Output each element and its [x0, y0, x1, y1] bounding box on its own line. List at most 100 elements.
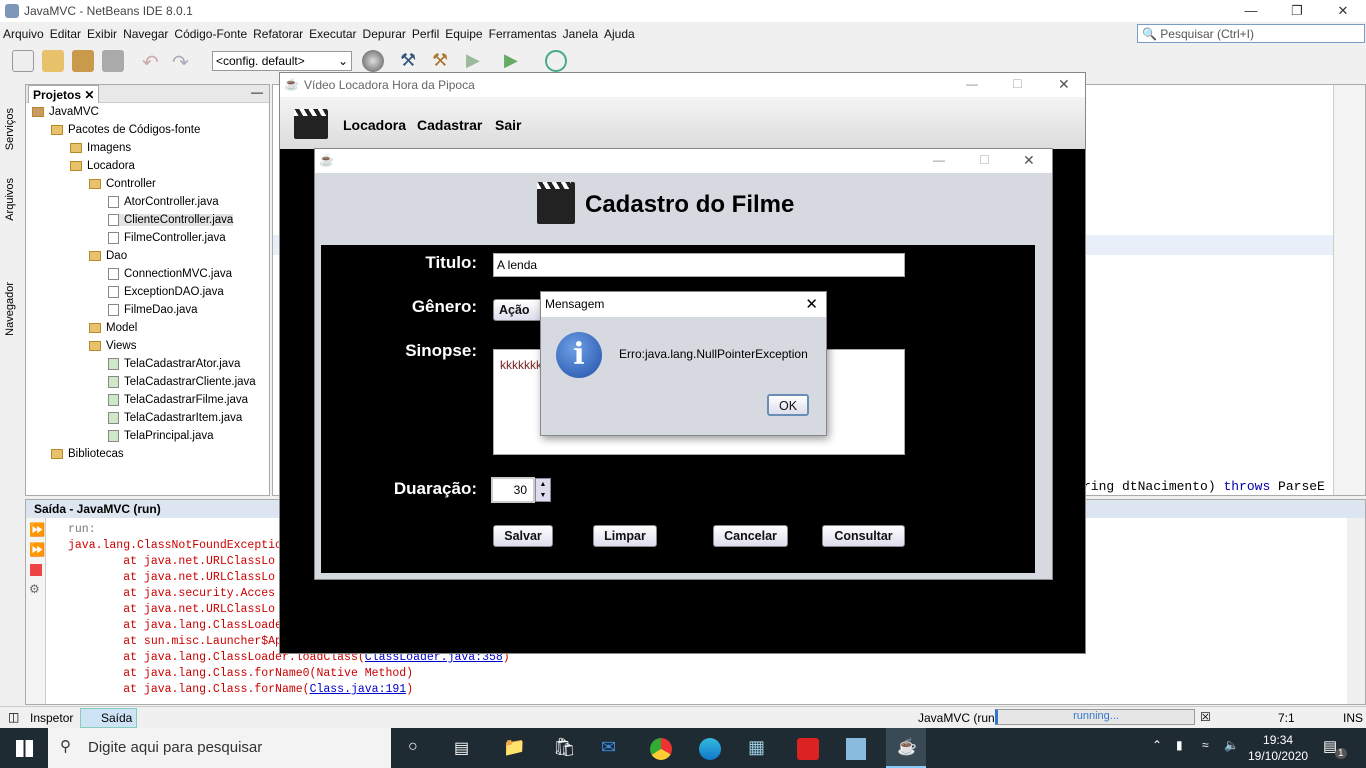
tree-item[interactable]: TelaCadastrarAtor.java	[108, 358, 240, 370]
tree-item[interactable]: TelaCadastrarFilme.java	[108, 394, 248, 406]
build-icon[interactable]: ⚒	[400, 50, 422, 72]
tab-projetos[interactable]: Projetos ✕	[28, 85, 100, 103]
ok-button[interactable]: OK	[767, 394, 809, 416]
minimize-panel-icon[interactable]: —	[251, 85, 263, 99]
minimize-button[interactable]: —	[1228, 0, 1274, 22]
output-scrollbar[interactable]	[1347, 518, 1365, 704]
close-button[interactable]: ✕	[1058, 76, 1070, 93]
tree-item[interactable]: TelaPrincipal.java	[108, 430, 214, 442]
menu-codigo-fonte[interactable]: Código-Fonte	[171, 24, 250, 44]
menu-janela[interactable]: Janela	[560, 24, 601, 44]
menu-equipe[interactable]: Equipe	[442, 24, 485, 44]
titulo-input[interactable]: A lenda	[493, 253, 905, 277]
rerun-icon[interactable]: ⏩	[29, 522, 45, 538]
maximize-button[interactable]: ☐	[979, 153, 990, 167]
clean-build-icon[interactable]: ⚒	[432, 50, 454, 72]
tree-item[interactable]: AtorController.java	[108, 196, 219, 208]
new-project-icon[interactable]	[42, 50, 64, 72]
redo-icon[interactable]: ↷	[172, 50, 194, 74]
config-select[interactable]: <config. default> ⌄	[212, 51, 352, 71]
menu-executar[interactable]: Executar	[306, 24, 359, 44]
tree-item[interactable]: ClienteController.java	[108, 214, 234, 227]
cortana-icon[interactable]: ○	[408, 738, 418, 756]
menu-refatorar[interactable]: Refatorar	[250, 24, 306, 44]
minimize-button[interactable]: —	[966, 77, 978, 91]
restore-button[interactable]: ❐	[1274, 0, 1320, 22]
consultar-button[interactable]: Consultar	[822, 525, 905, 547]
menu-editar[interactable]: Editar	[47, 24, 84, 44]
chrome-icon[interactable]	[650, 738, 672, 760]
salvar-button[interactable]: Salvar	[493, 525, 553, 547]
search-input[interactable]: 🔍 Pesquisar (Ctrl+I)	[1137, 24, 1365, 43]
virtualbox-icon[interactable]	[846, 738, 866, 760]
clock[interactable]: 19:34 19/10/2020	[1248, 732, 1308, 764]
tree-item[interactable]: TelaCadastrarItem.java	[108, 412, 242, 424]
tab-servicos[interactable]: Serviços	[4, 108, 16, 150]
tree-item[interactable]: FilmeDao.java	[108, 304, 198, 316]
menu-cadastrar[interactable]: Cadastrar	[417, 117, 482, 133]
file-explorer-icon[interactable]: 📁	[503, 737, 525, 758]
tree-item[interactable]: Locadora	[70, 160, 135, 172]
wifi-icon[interactable]: ≈	[1202, 738, 1209, 752]
tree-item[interactable]: Dao	[89, 250, 127, 262]
menu-arquivo[interactable]: Arquivo	[0, 24, 47, 44]
limpar-button[interactable]: Limpar	[593, 525, 657, 547]
menu-locadora[interactable]: Locadora	[343, 117, 406, 133]
taskbar-search[interactable]: ⚲ Digite aqui para pesquisar	[48, 728, 391, 768]
close-icon[interactable]: ✕	[805, 295, 818, 313]
run-icon[interactable]: ▶	[466, 50, 488, 72]
save-all-icon[interactable]	[102, 50, 124, 72]
new-file-icon[interactable]	[12, 50, 34, 72]
profile-icon[interactable]	[545, 50, 567, 72]
menu-ferramentas[interactable]: Ferramentas	[486, 24, 560, 44]
menu-exibir[interactable]: Exibir	[84, 24, 120, 44]
debug-icon[interactable]: ▶	[504, 50, 526, 72]
cancelar-button[interactable]: Cancelar	[713, 525, 788, 547]
tree-item[interactable]: ConnectionMVC.java	[108, 268, 232, 280]
app-icon[interactable]: ▦	[748, 737, 765, 758]
tree-item[interactable]: Pacotes de Códigos-fonte	[51, 124, 200, 136]
task-view-icon[interactable]: ▤	[454, 738, 469, 758]
stop-icon[interactable]	[30, 564, 42, 576]
tab-arquivos[interactable]: Arquivos	[4, 178, 16, 221]
windows-start-icon[interactable]	[16, 740, 33, 757]
menu-depurar[interactable]: Depurar	[360, 24, 409, 44]
cancel-task-icon[interactable]: ☒	[1200, 710, 1211, 724]
close-button[interactable]: ✕	[1023, 152, 1035, 169]
battery-icon[interactable]: ▮	[1176, 738, 1183, 752]
stacktrace-link[interactable]: Class.java:191	[310, 683, 407, 696]
tree-item[interactable]: Imagens	[70, 142, 131, 154]
settings-icon[interactable]: ⚙	[29, 582, 42, 596]
inspector-tab[interactable]: Inspetor	[30, 711, 73, 725]
tab-navegador[interactable]: Navegador	[4, 282, 16, 336]
tree-item[interactable]: Model	[89, 322, 137, 334]
maximize-button[interactable]: ☐	[1012, 77, 1023, 91]
duracao-spinner[interactable]: 30	[491, 477, 535, 503]
tree-item[interactable]: FilmeController.java	[108, 232, 226, 244]
undo-icon[interactable]: ↶	[142, 50, 164, 74]
editor-scrollbar[interactable]	[1333, 85, 1365, 495]
acrobat-icon[interactable]	[797, 738, 819, 760]
tree-item[interactable]: Controller	[89, 178, 156, 190]
edge-icon[interactable]	[699, 738, 721, 760]
minimize-button[interactable]: —	[933, 153, 945, 167]
volume-icon[interactable]: 🔈	[1224, 738, 1239, 752]
menu-perfil[interactable]: Perfil	[409, 24, 442, 44]
tree-item[interactable]: ExceptionDAO.java	[108, 286, 224, 298]
globe-icon[interactable]	[362, 50, 384, 72]
mail-icon[interactable]: ✉	[601, 737, 616, 758]
store-icon[interactable]: 🛍	[553, 737, 576, 758]
tree-item[interactable]: JavaMVC	[32, 106, 99, 118]
java-taskbar-button[interactable]: ☕	[886, 728, 926, 768]
tree-item[interactable]: Bibliotecas	[51, 448, 124, 460]
menu-ajuda[interactable]: Ajuda	[601, 24, 638, 44]
rerun-different-icon[interactable]: ⏩	[29, 542, 45, 558]
menu-sair[interactable]: Sair	[495, 117, 521, 133]
menu-navegar[interactable]: Navegar	[120, 24, 171, 44]
open-project-icon[interactable]	[72, 50, 94, 72]
output-tab[interactable]: Saída	[80, 708, 138, 728]
close-button[interactable]: ✕	[1320, 0, 1366, 22]
show-hidden-icons[interactable]: ⌃	[1152, 738, 1162, 752]
tree-item[interactable]: Views	[89, 340, 136, 352]
tree-item[interactable]: TelaCadastrarCliente.java	[108, 376, 256, 388]
